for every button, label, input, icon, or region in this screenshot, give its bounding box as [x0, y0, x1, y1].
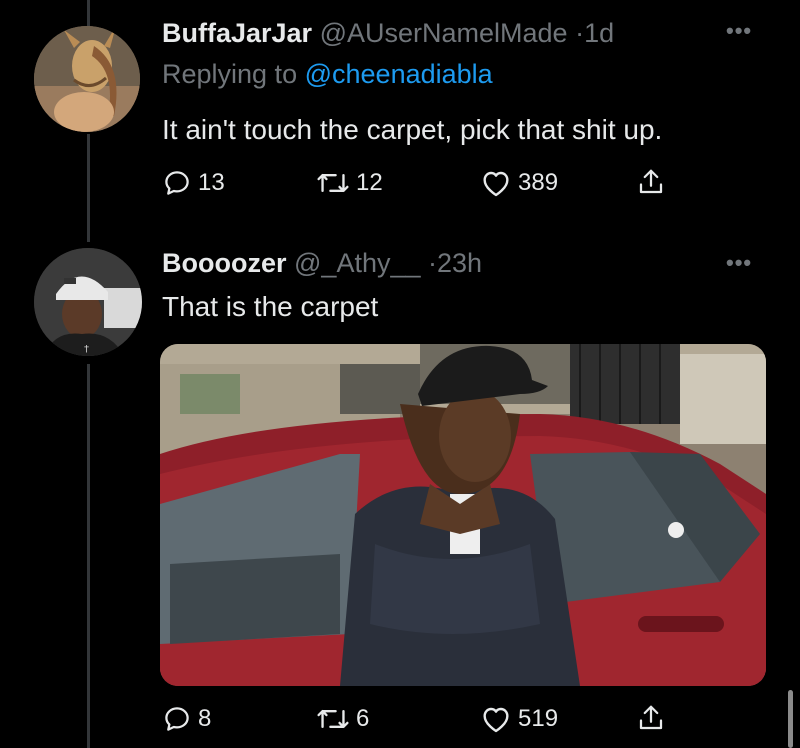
- display-name[interactable]: BuffaJarJar: [162, 18, 312, 48]
- like-button[interactable]: 519: [480, 704, 558, 734]
- replying-prefix: Replying to: [162, 59, 298, 89]
- more-icon[interactable]: •••: [726, 250, 752, 276]
- share-icon: [639, 705, 663, 730]
- reply-icon: [165, 171, 189, 195]
- separator: ·: [428, 248, 438, 278]
- timestamp[interactable]: 1d: [584, 18, 614, 48]
- like-icon: [483, 707, 509, 733]
- handle[interactable]: @_Athy__: [294, 248, 420, 278]
- retweet-button[interactable]: 12: [316, 168, 383, 198]
- retweet-button[interactable]: 6: [316, 704, 369, 734]
- like-count: 519: [518, 705, 559, 732]
- avatar[interactable]: †: [34, 248, 142, 356]
- tweet-text: It ain't touch the carpet, pick that shi…: [162, 114, 663, 145]
- tweet-header: BuffaJarJar @AUserNamelMade ·1d: [162, 20, 614, 47]
- display-name[interactable]: Boooozer: [162, 248, 287, 278]
- more-icon[interactable]: •••: [726, 18, 752, 44]
- thread-line-connector: [87, 134, 90, 242]
- photo-person-leaning-on-car: [160, 344, 766, 686]
- svg-text:†: †: [84, 344, 89, 355]
- like-button[interactable]: 389: [480, 168, 558, 198]
- retweet-icon: [317, 709, 349, 729]
- tweet-text: That is the carpet: [162, 291, 379, 322]
- scrollbar[interactable]: [788, 690, 793, 748]
- separator: ·: [575, 18, 585, 48]
- like-icon: [483, 171, 509, 197]
- timestamp[interactable]: 23h: [437, 248, 482, 278]
- avatar[interactable]: [34, 26, 140, 132]
- retweet-count: 12: [356, 169, 383, 196]
- avatar-image: [34, 26, 140, 132]
- share-button[interactable]: [636, 167, 666, 197]
- reply-button[interactable]: 8: [162, 704, 211, 734]
- tweet-media-image[interactable]: [160, 344, 766, 686]
- replying-to: Replying to @cheenadiabla: [162, 61, 493, 88]
- avatar-image: †: [34, 248, 142, 356]
- replying-to-handle[interactable]: @cheenadiabla: [305, 59, 493, 89]
- share-button[interactable]: [636, 703, 666, 733]
- reply-button[interactable]: 13: [162, 168, 225, 198]
- reply-icon: [165, 707, 189, 731]
- retweet-count: 6: [356, 705, 370, 732]
- share-icon: [639, 169, 663, 194]
- reply-count: 13: [198, 169, 225, 196]
- thread-line-bottom: [87, 364, 90, 748]
- tweet-header: Boooozer @_Athy__ ·23h: [162, 250, 482, 277]
- retweet-icon: [317, 173, 349, 193]
- handle[interactable]: @AUserNamelMade: [320, 18, 568, 48]
- reply-count: 8: [198, 705, 212, 732]
- like-count: 389: [518, 169, 559, 196]
